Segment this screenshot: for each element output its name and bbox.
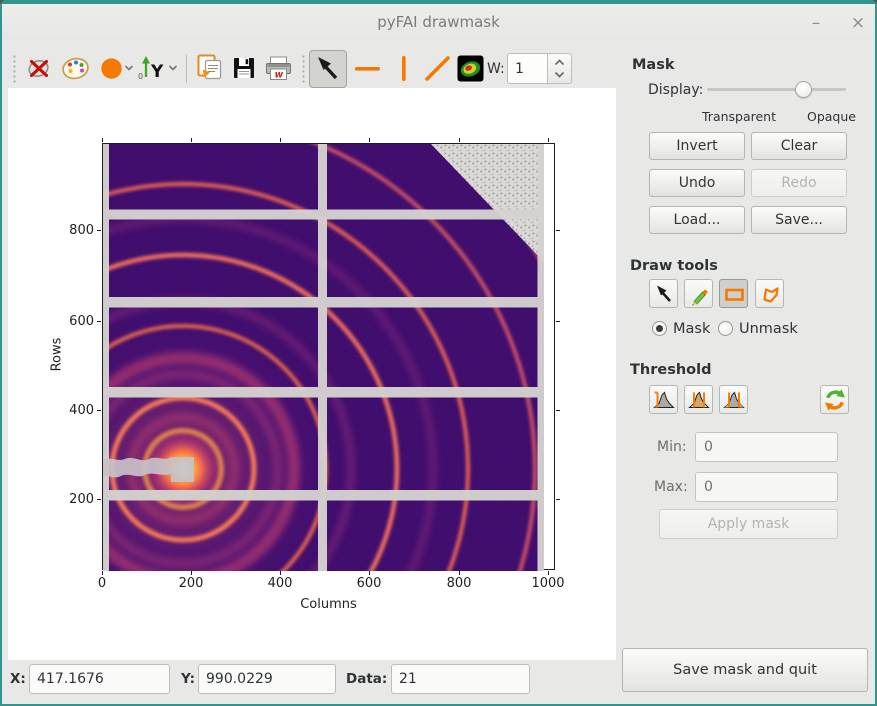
window-title: pyFAI drawmask	[2, 13, 875, 31]
status-data-value	[391, 664, 530, 694]
max-label: Max:	[654, 479, 688, 495]
save-mask-button[interactable]: Save...	[751, 206, 847, 234]
vertical-profile-icon[interactable]	[390, 55, 417, 82]
x-tick	[459, 571, 460, 575]
y-axis-orientation-icon[interactable]: 0 Y	[136, 53, 167, 83]
refresh-threshold-button[interactable]	[820, 385, 849, 414]
x-tick-label: 400	[258, 576, 302, 591]
clear-profile-icon[interactable]	[457, 55, 484, 82]
x-tick-label: 600	[347, 576, 391, 591]
x-tick	[191, 571, 192, 575]
apply-mask-button[interactable]: Apply mask	[659, 509, 838, 539]
titlebar[interactable]: pyFAI drawmask – ×	[2, 4, 875, 40]
mask-above-threshold-button[interactable]	[719, 385, 748, 414]
clear-button[interactable]: Clear	[751, 132, 847, 160]
mask-radio[interactable]	[652, 321, 667, 336]
aspect-ratio-icon[interactable]	[100, 55, 123, 82]
redo-button[interactable]: Redo	[751, 169, 847, 197]
status-y-label: Y:	[181, 671, 195, 687]
invert-button[interactable]: Invert	[649, 132, 745, 160]
x-tick	[369, 571, 370, 575]
colormap-palette-icon[interactable]	[61, 55, 90, 82]
undo-button[interactable]: Undo	[649, 169, 745, 197]
unmask-radio[interactable]	[718, 321, 733, 336]
copy-icon[interactable]	[194, 52, 225, 84]
x-tick-label: 0	[80, 576, 124, 591]
minimize-button[interactable]: –	[802, 10, 830, 36]
profile-width-stepper[interactable]	[547, 53, 572, 84]
min-label: Min:	[657, 439, 687, 455]
close-button[interactable]: ×	[844, 10, 872, 36]
browse-mode-button[interactable]	[309, 50, 347, 88]
profile-width-input[interactable]	[507, 53, 548, 84]
x-axis-label: Columns	[102, 597, 555, 612]
transparent-label: Transparent	[702, 109, 776, 124]
x-tick-label: 800	[437, 576, 481, 591]
pencil-tool-button[interactable]	[684, 279, 713, 308]
save-mask-and-quit-button[interactable]: Save mask and quit	[622, 648, 868, 692]
select-tool-button[interactable]	[649, 279, 678, 308]
print-icon[interactable]: w	[263, 54, 294, 83]
max-input[interactable]	[695, 472, 838, 502]
y-tick-label: 400	[60, 403, 94, 418]
y-tick-label: 600	[60, 314, 94, 329]
polygon-tool-button[interactable]	[755, 279, 784, 308]
profile-width-label: W:	[487, 61, 505, 77]
x-tick	[102, 571, 103, 575]
svg-text:0: 0	[138, 72, 143, 81]
horizontal-profile-icon[interactable]	[354, 55, 381, 82]
toolbar-separator	[186, 55, 187, 83]
svg-text:Y: Y	[150, 62, 164, 82]
unmask-radio-label[interactable]: Unmask	[739, 321, 798, 337]
plot-axes[interactable]	[102, 143, 555, 570]
line-profile-icon[interactable]	[424, 55, 451, 82]
mask-radio-label[interactable]: Mask	[673, 321, 710, 337]
mask-section-title: Mask	[632, 57, 675, 73]
diffraction-image[interactable]	[103, 144, 556, 571]
y-tick-label: 200	[60, 492, 94, 507]
toolbar-drag-handle[interactable]	[13, 54, 16, 84]
y-axis-label: Rows	[50, 336, 65, 374]
status-x-value	[29, 664, 170, 694]
svg-text:w: w	[275, 70, 284, 81]
mask-opacity-slider-thumb[interactable]	[795, 81, 812, 98]
status-data-label: Data:	[346, 671, 387, 687]
x-tick-label: 200	[169, 576, 213, 591]
y-axis-chevron-icon[interactable]	[168, 64, 178, 72]
window-border-left	[0, 0, 2, 706]
display-label: Display:	[648, 82, 703, 98]
x-tick	[280, 571, 281, 575]
mask-opacity-slider-track[interactable]	[707, 88, 846, 91]
status-x-label: X:	[10, 671, 26, 687]
x-tick	[548, 571, 549, 575]
draw-tools-section-title: Draw tools	[630, 258, 718, 274]
load-mask-button[interactable]: Load...	[649, 206, 745, 234]
reset-zoom-icon[interactable]	[26, 55, 53, 82]
rectangle-tool-button[interactable]	[719, 279, 748, 308]
app-window: pyFAI drawmask – × 0 Y	[0, 0, 877, 706]
mask-below-threshold-button[interactable]	[649, 385, 678, 414]
threshold-section-title: Threshold	[630, 362, 711, 378]
profile-toolbar-drag-handle[interactable]	[302, 54, 305, 84]
opaque-label: Opaque	[807, 109, 856, 124]
min-input[interactable]	[695, 432, 838, 462]
x-tick-label: 1000	[526, 576, 570, 591]
aspect-ratio-chevron-icon[interactable]	[124, 64, 134, 72]
save-snapshot-icon[interactable]	[231, 55, 257, 81]
status-y-value	[198, 664, 336, 694]
y-tick-label: 800	[60, 223, 94, 238]
mask-between-threshold-button[interactable]	[684, 385, 713, 414]
